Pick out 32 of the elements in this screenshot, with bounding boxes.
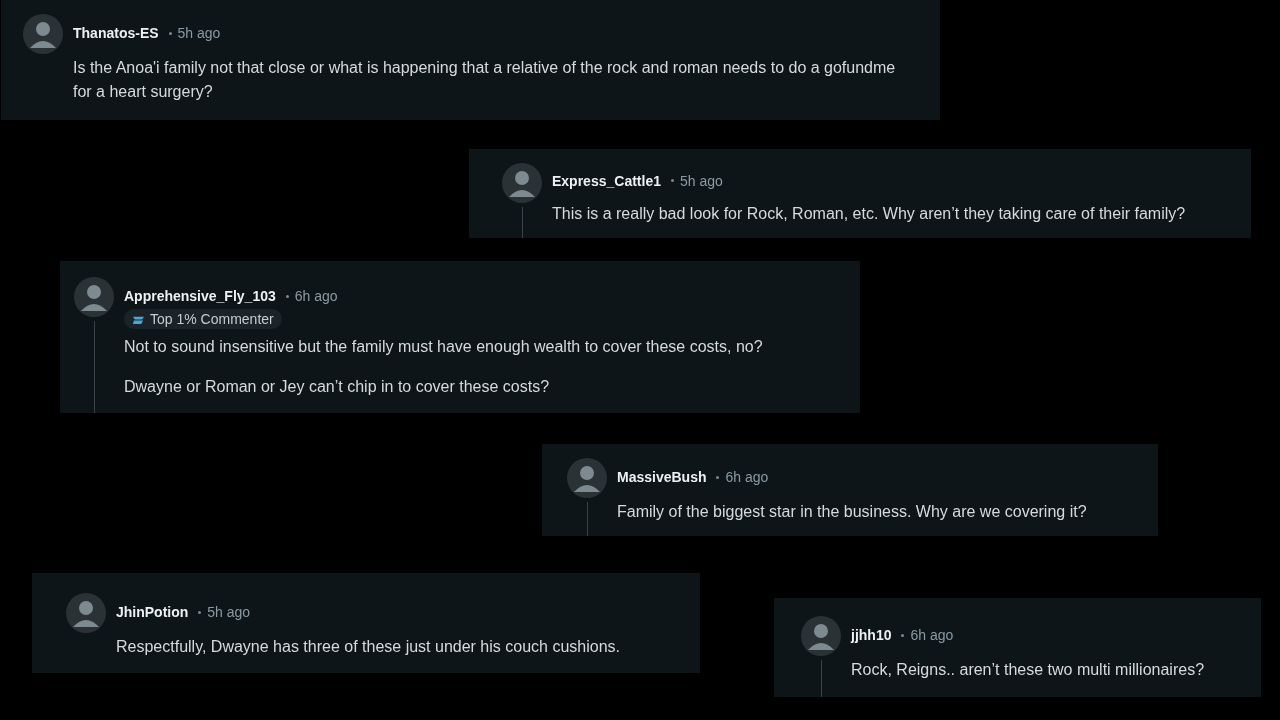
comment-text: This is a really bad look for Rock, Roman, etc. Why aren’t they taking care of their family? <box>552 204 1187 224</box>
avatar-icon[interactable] <box>801 616 841 656</box>
username[interactable]: MassiveBush <box>617 469 707 485</box>
username[interactable]: JhinPotion <box>116 604 189 620</box>
avatar-icon[interactable] <box>502 163 542 203</box>
separator-dot <box>198 610 202 614</box>
timestamp: 6h ago <box>910 627 954 643</box>
timestamp: 5h ago <box>207 604 251 620</box>
avatar-icon[interactable] <box>66 593 106 633</box>
separator-dot <box>670 179 674 182</box>
timestamp: 5h ago <box>679 172 723 189</box>
comment-text: Respectfully, Dwayne has three of these just under his couch cushions. <box>116 637 621 657</box>
avatar-icon[interactable] <box>74 277 114 317</box>
comment-text: Rock, Reigns.. aren’t these two multi millionaires? <box>851 660 1206 680</box>
username[interactable]: Express_Cattle1 <box>552 172 661 189</box>
timestamp: 6h ago <box>725 469 769 485</box>
avatar-icon[interactable] <box>23 14 63 54</box>
separator-dot <box>168 31 172 35</box>
separator-dot <box>716 475 720 479</box>
separator-dot <box>285 294 289 298</box>
comment-text: Not to sound insensitive but the family must have enough wealth to cover these costs, no? <box>124 337 764 357</box>
comment-text: Dwayne or Roman or Jey can’t chip in to cover these costs? <box>124 377 551 397</box>
badge-label: Top 1% Commenter <box>150 311 274 327</box>
avatar-icon[interactable] <box>567 458 607 498</box>
comment-text: Is the Anoa'i family not that close or what is happening that a relative of the rock and roman needs to do a gofundme for a heart surgery? <box>73 58 897 102</box>
username[interactable]: Thanatos-ES <box>73 25 159 41</box>
username[interactable]: jjhh10 <box>851 627 892 643</box>
username[interactable]: Apprehensive_Fly_103 <box>124 288 276 304</box>
comment-text: Family of the biggest star in the business. Why are we covering it? <box>617 502 1088 522</box>
separator-dot <box>901 633 905 637</box>
timestamp: 5h ago <box>177 25 221 41</box>
timestamp: 6h ago <box>294 288 338 304</box>
